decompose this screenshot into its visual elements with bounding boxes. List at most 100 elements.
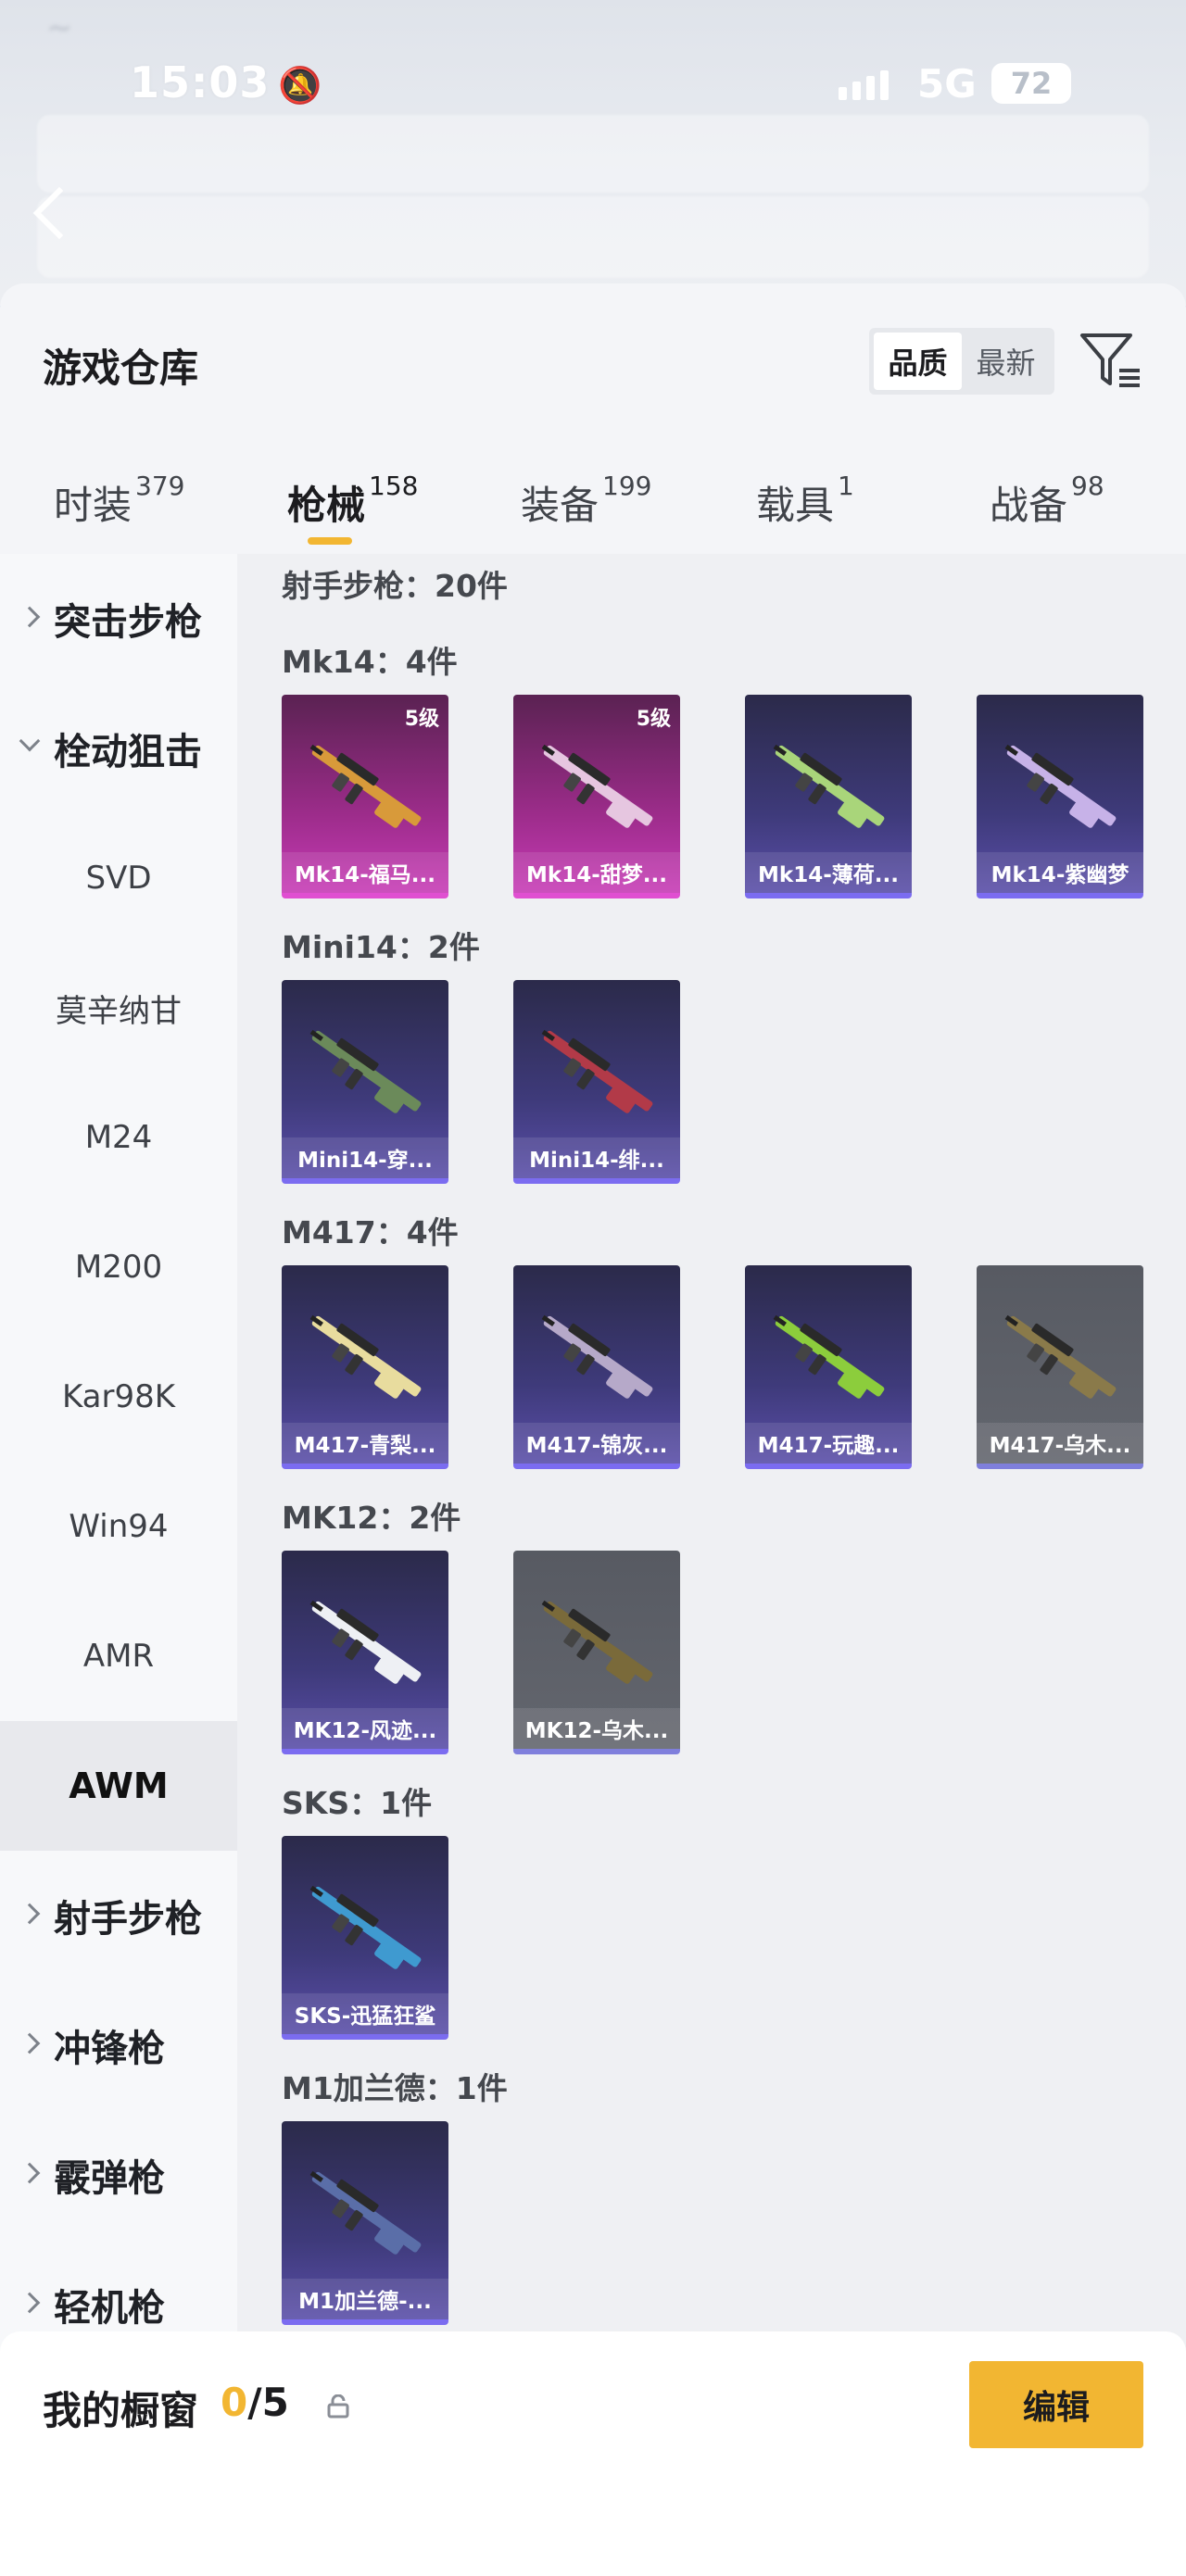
rifle-icon [541,744,653,828]
skin-card[interactable]: M417-玩趣... [745,1265,912,1469]
skin-name: M417-玩趣... [745,1423,912,1464]
blurred-row [37,196,1149,278]
tab-label: 枪械 [287,483,366,528]
chevron-right-icon [19,2032,41,2055]
sidebar-item-shotgun[interactable]: 霰弹枪 [0,2110,237,2240]
category-tabs: 时装 379 枪械 158 装备 199 载具 1 战备 98 [0,465,1186,567]
skin-card[interactable]: MK12-乌木... [513,1551,680,1754]
weapon-skin-grid: 射手步枪：20件 Mk14：4件 5级 Mk14-福马... 5级 Mk14-甜梦... M… [237,554,1186,2576]
rifle-icon [309,1600,422,1684]
sidebar-item-marksman-rifle[interactable]: 射手步枪 [0,1851,237,1980]
rifle-icon [541,1314,653,1399]
tab-count: 98 [1071,471,1104,501]
tab-label: 战备 [990,483,1068,528]
tab-count: 199 [602,471,652,501]
background-header: ~ 15:03 🔕 5G 72 [0,0,1186,306]
edit-showcase-button[interactable]: 编辑 [969,2361,1143,2448]
skin-card[interactable]: SKS-迅猛狂鲨 [282,1836,448,2040]
tab-label: 装备 [521,483,599,528]
tab-supplies[interactable]: 战备 98 [990,471,1104,558]
skin-name: M417-青梨... [282,1423,448,1464]
skin-card[interactable]: Mini14-穿... [282,980,448,1184]
sidebar-item-smg[interactable]: 冲锋枪 [0,1980,237,2110]
tab-label: 时装 [54,483,132,528]
skin-name: Mk14-甜梦... [513,852,680,893]
section-title: M417：4件 [282,1214,459,1250]
page-title: 游戏仓库 [43,346,199,391]
section-title: MK12：2件 [282,1500,461,1536]
tab-label: 载具 [756,483,835,528]
tab-count: 158 [369,471,419,501]
section-title: M1加兰德：1件 [282,2070,508,2106]
sidebar-item-m200[interactable]: M200 [0,1202,237,1332]
signal-icon [839,70,889,100]
lock-icon [327,2394,349,2419]
skin-card[interactable]: Mini14-绯... [513,980,680,1184]
skin-name: Mk14-薄荷... [745,852,912,893]
sidebar-item-m24[interactable]: M24 [0,1073,237,1202]
section-title: 射手步枪：20件 [282,568,508,604]
sidebar-item-assault-rifle[interactable]: 突击步枪 [0,554,237,684]
bell-muted-icon: 🔕 [278,65,322,106]
sort-quality-button[interactable]: 品质 [874,333,962,390]
sidebar-item-win94[interactable]: Win94 [0,1462,237,1591]
chevron-right-icon [19,2162,41,2184]
rifle-icon [309,1885,422,1969]
rifle-icon [1004,1314,1117,1399]
showcase-label: 我的橱窗 [43,2388,199,2433]
tab-equipment[interactable]: 装备 199 [521,471,652,558]
skin-card[interactable]: M417-青梨... [282,1265,448,1469]
skin-card[interactable]: M417-锦灰... [513,1265,680,1469]
section-title: SKS：1件 [282,1785,433,1821]
rifle-icon [541,1029,653,1113]
skin-name: Mini14-绯... [513,1137,680,1178]
filter-icon[interactable] [1079,330,1143,391]
tab-guns[interactable]: 枪械 158 [287,471,419,558]
showcase-total: /5 [247,2380,289,2425]
sidebar-item-amr[interactable]: AMR [0,1591,237,1721]
weapon-category-sidebar: 突击步枪 栓动狙击 SVD 莫辛纳甘 M24 M200 Kar98K Win94… [0,554,237,2576]
rifle-icon [309,1314,422,1399]
skin-name: MK12-乌木... [513,1708,680,1749]
tab-vehicles[interactable]: 载具 1 [756,471,854,558]
sort-toggle[interactable]: 品质 最新 [869,328,1054,395]
warehouse-sheet: 游戏仓库 品质 最新 时装 379 枪械 158 装备 199 载具 1 战备 … [0,283,1186,2576]
skin-name: M417-锦灰... [513,1423,680,1464]
sidebar-item-label: 突击步枪 [54,601,202,644]
sort-newest-button[interactable]: 最新 [962,333,1050,390]
skin-name: MK12-风迹... [282,1708,448,1749]
skin-card[interactable]: M1加兰德-... [282,2121,448,2325]
skin-name: M1加兰德-... [282,2279,448,2319]
skin-card[interactable]: Mk14-薄荷... [745,695,912,898]
active-tab-indicator [308,537,352,545]
tab-fashion[interactable]: 时装 379 [54,471,185,558]
chevron-right-icon [19,1903,41,1925]
skin-name: Mk14-紫幽梦 [977,852,1143,893]
sidebar-item-bolt-sniper[interactable]: 栓动狙击 [0,684,237,813]
sidebar-item-label: 霰弹枪 [54,2157,165,2200]
status-time: 15:03 [130,57,271,107]
sidebar-item-label: 射手步枪 [54,1898,202,1941]
network-type: 5G [917,61,977,107]
skin-card[interactable]: 5级 Mk14-福马... [282,695,448,898]
rifle-icon [1004,744,1117,828]
skin-name: M417-乌木... [977,1423,1143,1464]
skin-card[interactable]: Mk14-紫幽梦 [977,695,1143,898]
chevron-down-icon [19,730,41,752]
sidebar-item-label: 栓动狙击 [54,731,202,773]
skin-card[interactable]: 5级 Mk14-甜梦... [513,695,680,898]
tab-count: 379 [135,471,185,501]
rifle-icon [309,1029,422,1113]
skin-card[interactable]: MK12-风迹... [282,1551,448,1754]
skin-card[interactable]: M417-乌木... [977,1265,1143,1469]
sidebar-item-kar98k[interactable]: Kar98K [0,1332,237,1462]
sidebar-item-awm[interactable]: AWM [0,1721,237,1851]
rifle-icon [541,1600,653,1684]
sidebar-item-svd[interactable]: SVD [0,813,237,943]
rifle-icon [309,744,422,828]
blurred-text: ~ [46,9,73,46]
sidebar-item-mosin[interactable]: 莫辛纳甘 [0,943,237,1073]
rifle-icon [773,1314,885,1399]
sidebar-item-label: 冲锋枪 [54,2028,165,2070]
skin-level-badge: 5级 [404,708,439,731]
